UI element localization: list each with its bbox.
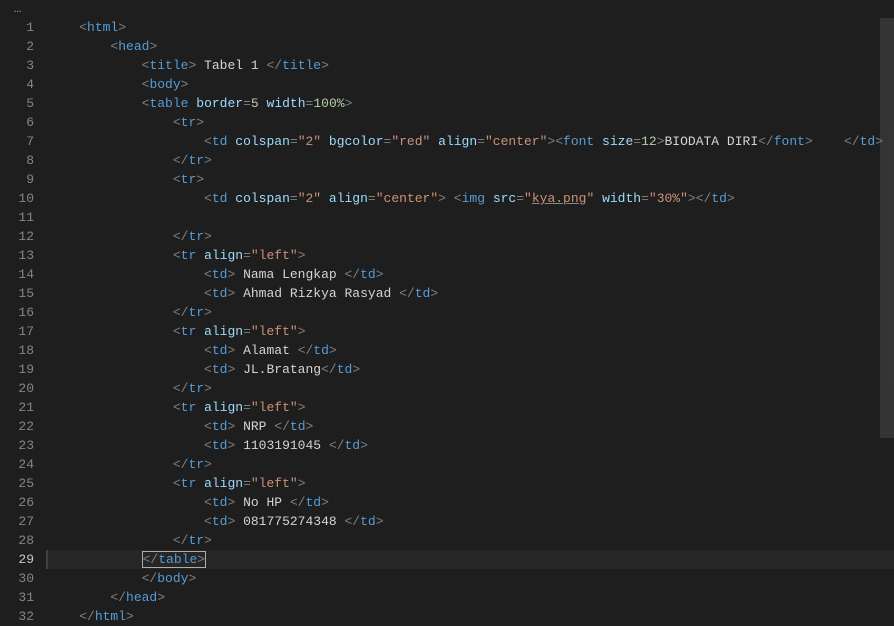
line-number: 11: [0, 208, 34, 227]
line-number: 20: [0, 379, 34, 398]
code-line[interactable]: </tr>: [48, 455, 894, 474]
cursor-position: </table>: [142, 551, 206, 568]
line-number: 25: [0, 474, 34, 493]
line-number: 21: [0, 398, 34, 417]
code-line[interactable]: </html>: [48, 607, 894, 626]
code-line[interactable]: <td> JL.Bratang</td>: [48, 360, 894, 379]
line-number: 6: [0, 113, 34, 132]
code-line[interactable]: <head>: [48, 37, 894, 56]
line-number: 18: [0, 341, 34, 360]
line-number: 16: [0, 303, 34, 322]
code-line[interactable]: <tr>: [48, 113, 894, 132]
code-line[interactable]: <body>: [48, 75, 894, 94]
line-number: 24: [0, 455, 34, 474]
line-number: 8: [0, 151, 34, 170]
line-number-gutter: 1 2 3 4 5 6 7 8 9 10 11 12 13 14 15 16 1…: [0, 18, 48, 619]
breadcrumb-segment: …: [14, 2, 21, 16]
line-number: 17: [0, 322, 34, 341]
line-number: 26: [0, 493, 34, 512]
code-line[interactable]: <title> Tabel 1 </title>: [48, 56, 894, 75]
code-line[interactable]: <tr>: [48, 170, 894, 189]
line-number: 5: [0, 94, 34, 113]
code-line[interactable]: <tr align="left">: [48, 322, 894, 341]
line-number: 1: [0, 18, 34, 37]
code-line[interactable]: <td> Alamat </td>: [48, 341, 894, 360]
code-line[interactable]: <html>: [48, 18, 894, 37]
line-number: 22: [0, 417, 34, 436]
code-line[interactable]: <td> No HP </td>: [48, 493, 894, 512]
line-number: 32: [0, 607, 34, 626]
line-number: 12: [0, 227, 34, 246]
scrollbar-thumb[interactable]: [880, 18, 894, 438]
line-number: 10: [0, 189, 34, 208]
code-line[interactable]: <td> 1103191045 </td>: [48, 436, 894, 455]
line-number: 13: [0, 246, 34, 265]
code-line[interactable]: <td> NRP </td>: [48, 417, 894, 436]
code-editor[interactable]: 1 2 3 4 5 6 7 8 9 10 11 12 13 14 15 16 1…: [0, 18, 894, 619]
code-line[interactable]: <td colspan="2" bgcolor="red" align="cen…: [48, 132, 894, 151]
code-line[interactable]: <td> Nama Lengkap </td>: [48, 265, 894, 284]
code-line[interactable]: </tr>: [48, 227, 894, 246]
code-area[interactable]: <html> <head> <title> Tabel 1 </title> <…: [48, 18, 894, 619]
breadcrumb[interactable]: …: [0, 0, 894, 18]
line-number: 15: [0, 284, 34, 303]
line-number: 4: [0, 75, 34, 94]
code-line[interactable]: <td> 081775274348 </td>: [48, 512, 894, 531]
code-line[interactable]: <tr align="left">: [48, 398, 894, 417]
line-number: 31: [0, 588, 34, 607]
line-number: 3: [0, 56, 34, 75]
line-number: 29: [0, 550, 34, 569]
code-line[interactable]: </tr>: [48, 151, 894, 170]
code-line[interactable]: <table border=5 width=100%>: [48, 94, 894, 113]
code-line[interactable]: [48, 208, 894, 227]
editor-scrollbar[interactable]: [880, 18, 894, 619]
line-number: 23: [0, 436, 34, 455]
line-number: 9: [0, 170, 34, 189]
line-number: 2: [0, 37, 34, 56]
code-line[interactable]: <tr align="left">: [48, 474, 894, 493]
code-line[interactable]: <tr align="left">: [48, 246, 894, 265]
code-line[interactable]: </tr>: [48, 379, 894, 398]
line-number: 27: [0, 512, 34, 531]
code-line[interactable]: <td> Ahmad Rizkya Rasyad </td>: [48, 284, 894, 303]
line-number: 14: [0, 265, 34, 284]
code-line[interactable]: </tr>: [48, 531, 894, 550]
code-line[interactable]: </head>: [48, 588, 894, 607]
line-number: 30: [0, 569, 34, 588]
line-number: 19: [0, 360, 34, 379]
code-line[interactable]: </table>: [48, 550, 894, 569]
line-number: 7: [0, 132, 34, 151]
code-line[interactable]: </tr>: [48, 303, 894, 322]
line-number: 28: [0, 531, 34, 550]
code-line[interactable]: <td colspan="2" align="center"> <img src…: [48, 189, 894, 208]
code-line[interactable]: </body>: [48, 569, 894, 588]
